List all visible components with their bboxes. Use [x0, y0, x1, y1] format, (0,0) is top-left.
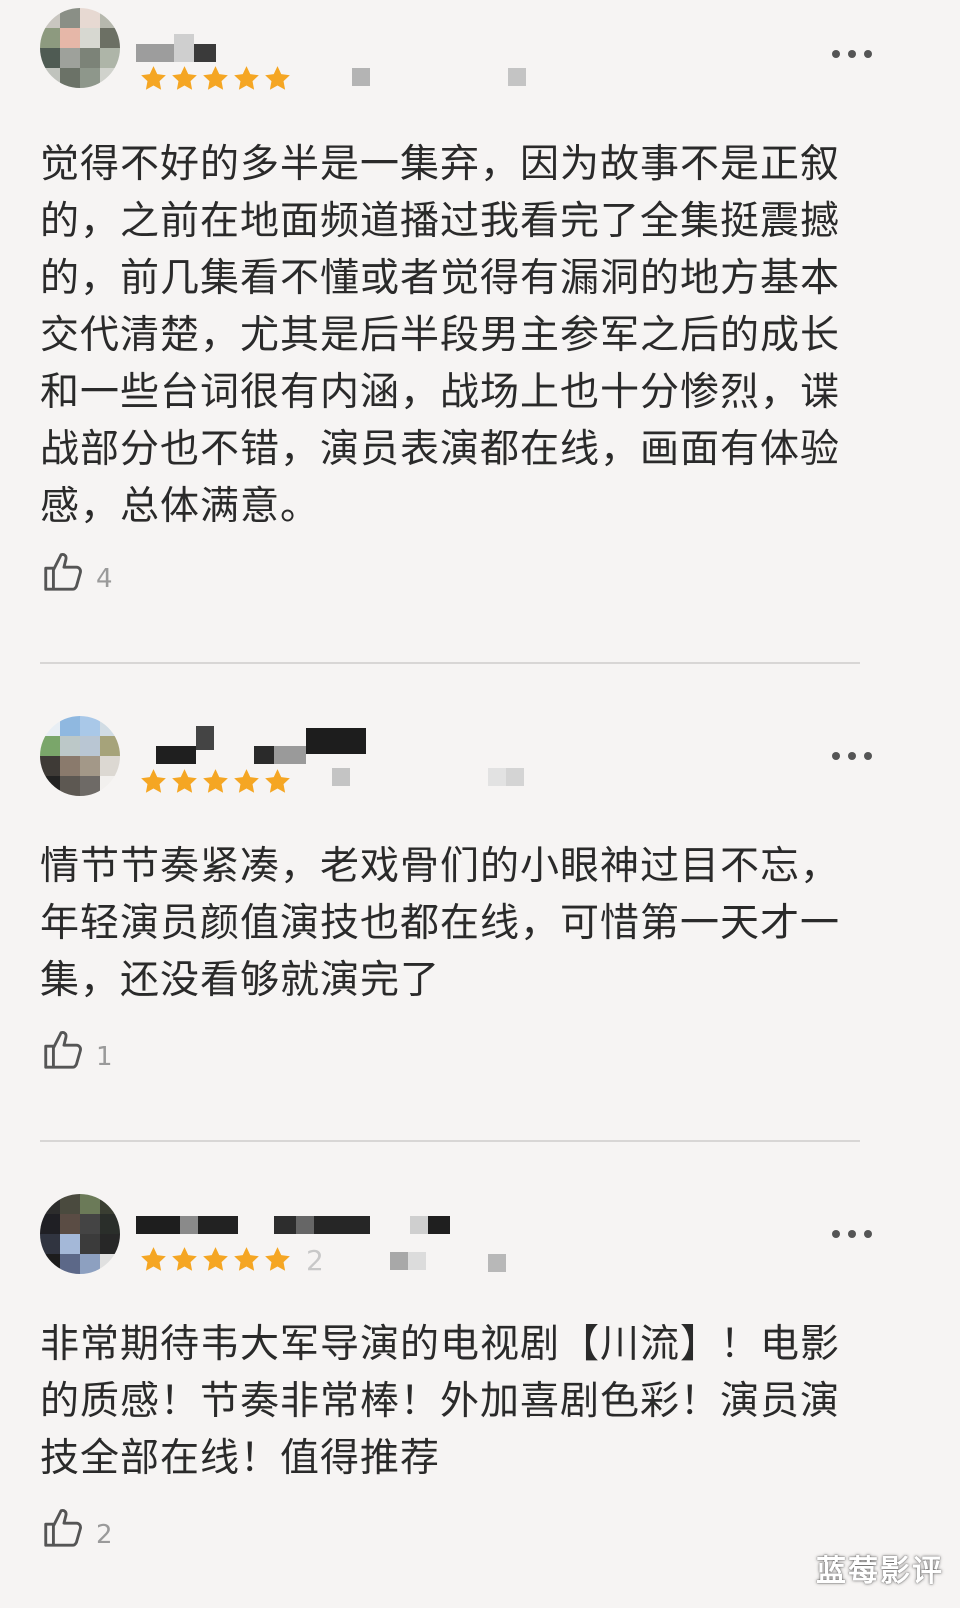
- divider: [40, 1140, 860, 1142]
- watermark: 蓝莓影评: [816, 1554, 944, 1589]
- timestamp-partial: 2: [306, 1244, 324, 1277]
- more-options-icon[interactable]: [832, 44, 872, 64]
- star-icon: [232, 767, 261, 796]
- username-blurred[interactable]: [136, 1216, 450, 1234]
- username-blurred[interactable]: [156, 726, 366, 764]
- username-blurred[interactable]: [136, 34, 216, 62]
- timestamp-blurred: [390, 1252, 426, 1270]
- star-icon: [139, 767, 168, 796]
- like-button[interactable]: 1: [40, 1026, 113, 1072]
- divider: [40, 662, 860, 664]
- star-icon: [263, 767, 292, 796]
- star-icon: [232, 64, 261, 93]
- like-count: 2: [96, 1520, 113, 1550]
- star-icon: [201, 1245, 230, 1274]
- avatar[interactable]: [40, 716, 120, 796]
- location-blurred: [488, 1254, 506, 1272]
- star-rating: [139, 767, 292, 796]
- location-blurred: [508, 68, 526, 86]
- star-icon: [139, 64, 168, 93]
- thumbs-up-icon: [40, 1504, 86, 1550]
- comment-text: 情节节奏紧凑，老戏骨们的小眼神过目不忘，年轻演员颜值演技也都在线，可惜第一天才一…: [40, 844, 841, 1003]
- thumbs-up-icon: [40, 548, 86, 594]
- star-icon: [170, 1245, 199, 1274]
- star-rating: [139, 1245, 292, 1274]
- star-icon: [263, 64, 292, 93]
- star-rating: [139, 64, 292, 93]
- like-count: 1: [96, 1042, 113, 1072]
- more-options-icon[interactable]: [832, 1224, 872, 1244]
- like-count: 4: [96, 564, 113, 594]
- star-icon: [139, 1245, 168, 1274]
- avatar[interactable]: [40, 1194, 120, 1274]
- like-button[interactable]: 2: [40, 1504, 113, 1550]
- timestamp-blurred: [352, 68, 370, 86]
- star-icon: [201, 64, 230, 93]
- star-icon: [232, 1245, 261, 1274]
- star-icon: [263, 1245, 292, 1274]
- comment-text: 非常期待韦大军导演的电视剧【川流】！电影的质感！节奏非常棒！外加喜剧色彩！演员演…: [40, 1322, 841, 1481]
- star-icon: [201, 767, 230, 796]
- thumbs-up-icon: [40, 1026, 86, 1072]
- timestamp-blurred: [332, 768, 350, 786]
- star-icon: [170, 767, 199, 796]
- like-button[interactable]: 4: [40, 548, 113, 594]
- avatar[interactable]: [40, 8, 120, 88]
- star-icon: [170, 64, 199, 93]
- location-blurred: [488, 768, 524, 786]
- comment-text: 觉得不好的多半是一集弃，因为故事不是正叙的，之前在地面频道播过我看完了全集挺震撼…: [40, 142, 841, 529]
- more-options-icon[interactable]: [832, 746, 872, 766]
